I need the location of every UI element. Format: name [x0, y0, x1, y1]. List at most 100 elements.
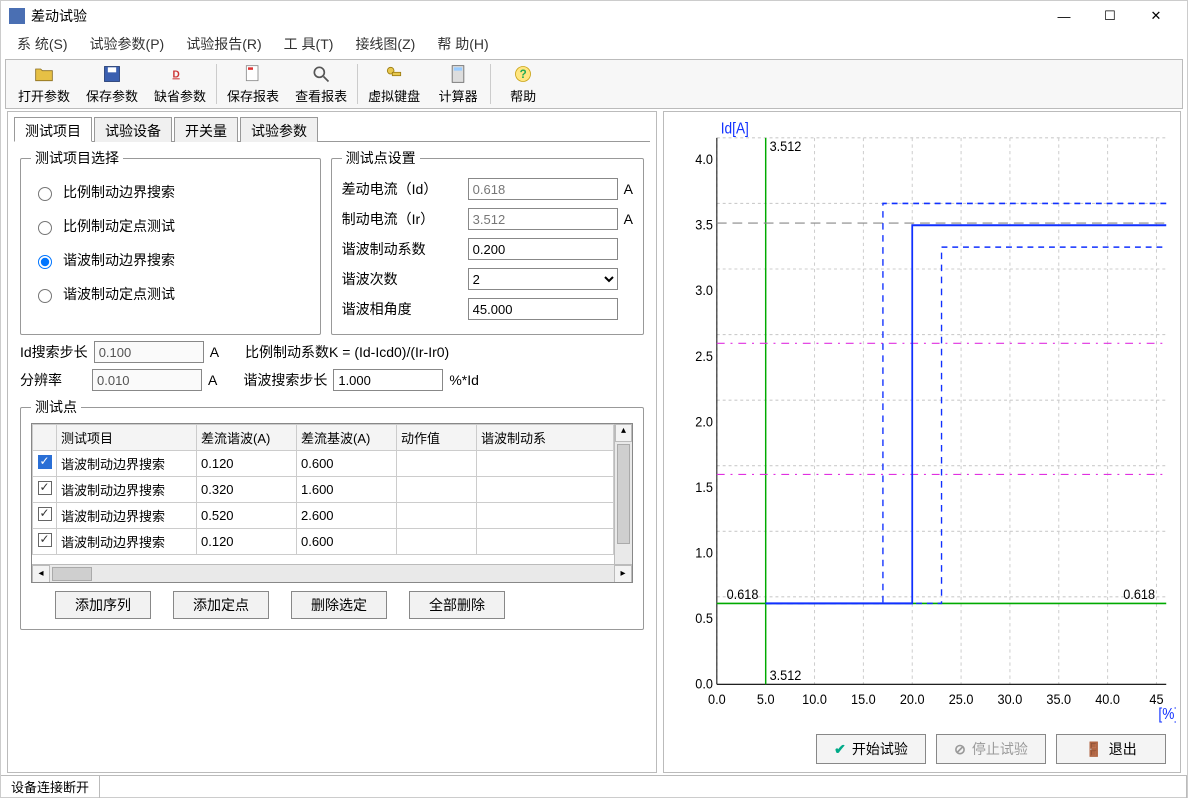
svg-text:35.0: 35.0 — [1046, 691, 1071, 707]
tab-devices[interactable]: 试验设备 — [94, 117, 172, 142]
row-check-icon[interactable] — [38, 533, 52, 547]
svg-text:10.0: 10.0 — [802, 691, 827, 707]
help-button[interactable]: ?帮助 — [493, 61, 553, 107]
menu-system[interactable]: 系 统(S) — [17, 34, 68, 54]
harm-order-select[interactable]: 2 — [468, 268, 618, 290]
exit-button[interactable]: 🚪退出 — [1056, 734, 1166, 764]
table-row[interactable]: 谐波制动边界搜索0.1200.600 — [33, 451, 614, 477]
close-button[interactable]: ✕ — [1133, 1, 1179, 31]
chart-anno-top: 3.512 — [770, 138, 802, 154]
table-row[interactable]: 谐波制动边界搜索0.5202.600 — [33, 503, 614, 529]
titlebar: 差动试验 — ☐ ✕ — [1, 1, 1187, 31]
resolution-label: 分辨率 — [20, 370, 86, 390]
save-report-button[interactable]: 保存报表 — [219, 61, 287, 107]
add-sequence-button[interactable]: 添加序列 — [55, 591, 151, 619]
radio-ratio-fixed[interactable]: 比例制动定点测试 — [33, 216, 308, 236]
default-params-button[interactable]: D缺省参数 — [146, 61, 214, 107]
col-action-val[interactable]: 动作值 — [397, 425, 477, 451]
left-panel: 测试项目 试验设备 开关量 试验参数 测试项目选择 比例制动边界搜索 比例制动定… — [7, 111, 657, 773]
table-row[interactable]: 谐波制动边界搜索0.3201.600 — [33, 477, 614, 503]
col-fund-current[interactable]: 差流基波(A) — [297, 425, 397, 451]
menu-tools[interactable]: 工 具(T) — [284, 34, 334, 54]
save-icon — [102, 64, 122, 84]
col-harm-brake-coef[interactable]: 谐波制动系 — [477, 425, 614, 451]
row-check-icon[interactable] — [38, 481, 52, 495]
harm-order-label: 谐波次数 — [342, 269, 462, 289]
svg-text:5.0: 5.0 — [757, 691, 775, 707]
window-title: 差动试验 — [31, 6, 1041, 26]
chart-anno-bottom: 3.512 — [770, 667, 802, 683]
right-panel: 0.00.51.01.52.02.53.03.54.0 0.05.010.015… — [663, 111, 1181, 773]
vertical-scrollbar[interactable]: ▴ — [614, 424, 632, 564]
brake-current-label: 制动电流（Ir） — [342, 209, 462, 229]
add-point-button[interactable]: 添加定点 — [173, 591, 269, 619]
chart-area: 0.00.51.01.52.02.53.03.54.0 0.05.010.015… — [668, 116, 1176, 728]
help-icon: ? — [513, 64, 533, 84]
delete-all-button[interactable]: 全部删除 — [409, 591, 505, 619]
tab-strip: 测试项目 试验设备 开关量 试验参数 — [14, 116, 650, 142]
col-harm-current[interactable]: 差流谐波(A) — [197, 425, 297, 451]
test-points-group: 测试点 测试项目 差流谐波(A) 差流基波(A) — [20, 397, 644, 630]
test-point-settings-legend: 测试点设置 — [342, 148, 420, 168]
minimize-button[interactable]: — — [1041, 1, 1087, 31]
save-params-button[interactable]: 保存参数 — [78, 61, 146, 107]
menu-wiring[interactable]: 接线图(Z) — [355, 34, 415, 54]
radio-harm-boundary[interactable]: 谐波制动边界搜索 — [33, 250, 308, 270]
table-row[interactable]: 谐波制动边界搜索0.1200.600 — [33, 529, 614, 555]
row-check-icon[interactable] — [38, 455, 52, 469]
stop-icon: ⊘ — [954, 741, 966, 758]
tab-switches[interactable]: 开关量 — [174, 117, 238, 142]
start-test-button[interactable]: ✔开始试验 — [816, 734, 926, 764]
svg-text:25.0: 25.0 — [949, 691, 974, 707]
harm-coef-field[interactable] — [468, 238, 618, 260]
tab-test-items[interactable]: 测试项目 — [14, 117, 92, 142]
menu-report[interactable]: 试验报告(R) — [186, 34, 261, 54]
menu-params[interactable]: 试验参数(P) — [90, 34, 165, 54]
svg-text:D: D — [173, 69, 180, 80]
test-item-select-group: 测试项目选择 比例制动边界搜索 比例制动定点测试 谐波制动边界搜索 谐波制动定点… — [20, 148, 321, 335]
svg-text:15.0: 15.0 — [851, 691, 876, 707]
horizontal-scrollbar[interactable]: ◂▸ — [32, 564, 632, 582]
keyboard-button[interactable]: 虚拟键盘 — [360, 61, 428, 107]
calculator-icon — [448, 64, 468, 84]
brake-current-field — [468, 208, 618, 230]
delete-selected-button[interactable]: 删除选定 — [291, 591, 387, 619]
svg-text:3.0: 3.0 — [695, 283, 713, 299]
radio-ratio-boundary[interactable]: 比例制动边界搜索 — [33, 182, 308, 202]
open-params-button[interactable]: 打开参数 — [10, 61, 78, 107]
test-points-table: 测试项目 差流谐波(A) 差流基波(A) 动作值 谐波制动系 谐波制动边界搜索0… — [31, 423, 633, 583]
test-item-select-legend: 测试项目选择 — [31, 148, 123, 168]
harm-step-field[interactable] — [333, 369, 443, 391]
diff-current-label: 差动电流（Id） — [342, 179, 462, 199]
id-step-field — [94, 341, 204, 363]
maximize-button[interactable]: ☐ — [1087, 1, 1133, 31]
resolution-field — [92, 369, 202, 391]
x-axis-label: [%] — [1158, 707, 1176, 724]
menu-help[interactable]: 帮 助(H) — [437, 34, 488, 54]
svg-text:?: ? — [520, 68, 527, 81]
check-icon: ✔ — [834, 741, 846, 758]
svg-text:1.5: 1.5 — [695, 479, 713, 495]
ratio-formula-label: 比例制动系数K = (Id-Icd0)/(Ir-Ir0) — [245, 342, 449, 362]
folder-open-icon — [34, 64, 54, 84]
svg-text:45: 45 — [1149, 691, 1163, 707]
harm-phase-label: 谐波相角度 — [342, 299, 462, 319]
diff-current-field — [468, 178, 618, 200]
id-step-label: Id搜索步长 — [20, 342, 88, 362]
harm-coef-label: 谐波制动系数 — [342, 239, 462, 259]
harm-phase-field[interactable] — [468, 298, 618, 320]
magnifier-icon — [311, 64, 331, 84]
calculator-button[interactable]: 计算器 — [428, 61, 488, 107]
svg-text:30.0: 30.0 — [998, 691, 1023, 707]
svg-text:20.0: 20.0 — [900, 691, 925, 707]
row-check-icon[interactable] — [38, 507, 52, 521]
svg-text:4.0: 4.0 — [695, 151, 713, 167]
col-test-item[interactable]: 测试项目 — [57, 425, 197, 451]
tab-test-params[interactable]: 试验参数 — [240, 117, 318, 142]
harm-step-label: 谐波搜索步长 — [243, 370, 327, 390]
radio-harm-fixed[interactable]: 谐波制动定点测试 — [33, 284, 308, 304]
svg-text:40.0: 40.0 — [1095, 691, 1120, 707]
test-point-settings-group: 测试点设置 差动电流（Id）A 制动电流（Ir）A 谐波制动系数 谐波次数2 谐… — [331, 148, 644, 335]
svg-text:2.0: 2.0 — [695, 414, 713, 430]
view-report-button[interactable]: 查看报表 — [287, 61, 355, 107]
